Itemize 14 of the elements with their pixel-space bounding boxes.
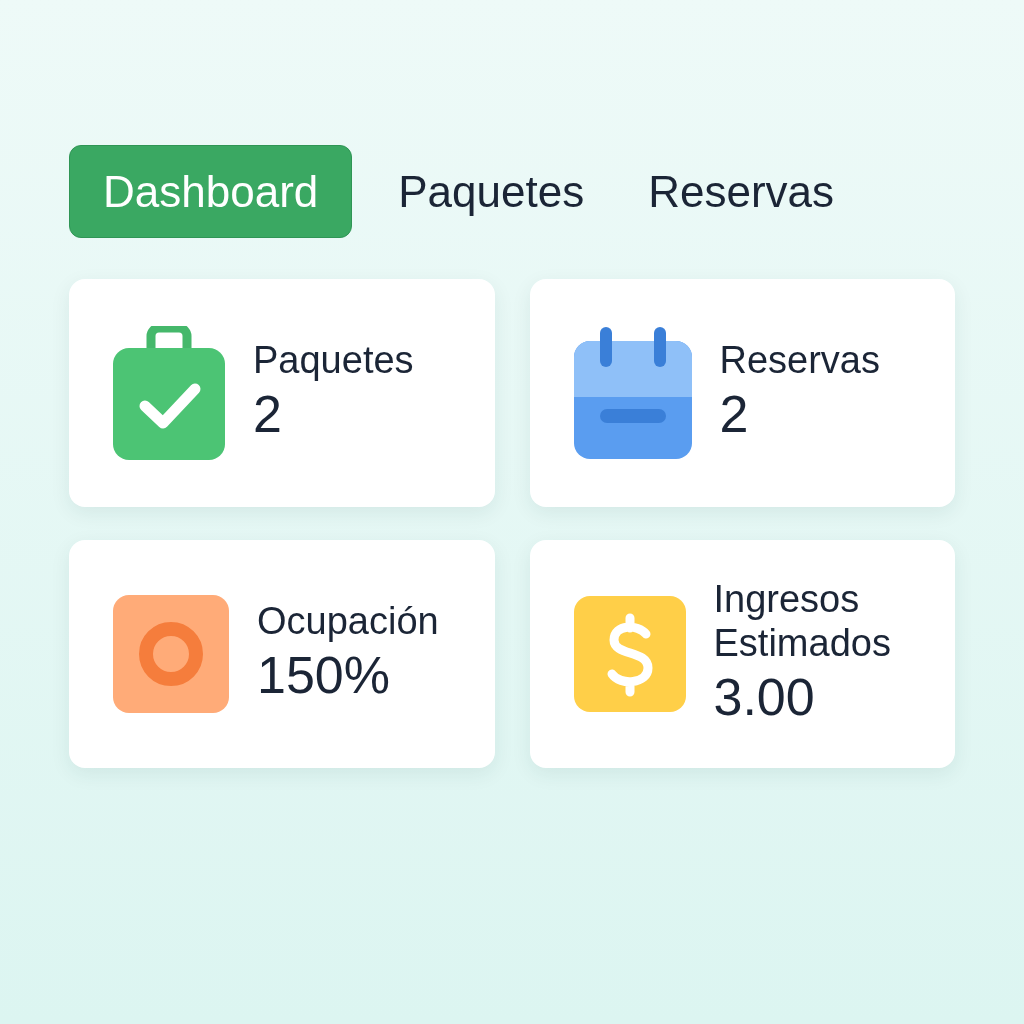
stat-value: 3.00 bbox=[713, 667, 816, 729]
stat-label: Ingresos Estimados bbox=[713, 577, 892, 666]
stat-label: Reservas bbox=[719, 338, 881, 383]
ring-icon bbox=[113, 595, 229, 713]
stat-value: 2 bbox=[253, 384, 283, 446]
stat-value: 150% bbox=[257, 645, 391, 707]
stat-label: Paquetes bbox=[253, 338, 415, 383]
calendar-icon bbox=[573, 327, 692, 459]
stat-value: 2 bbox=[719, 384, 750, 446]
dollar-icon bbox=[573, 596, 686, 712]
shopping-bag-check-icon bbox=[113, 326, 225, 460]
nav-tab[interactable]: Paquetes bbox=[380, 145, 603, 238]
nav-tab[interactable]: Reservas bbox=[630, 145, 853, 238]
stat-label: Ocupación bbox=[257, 599, 440, 644]
